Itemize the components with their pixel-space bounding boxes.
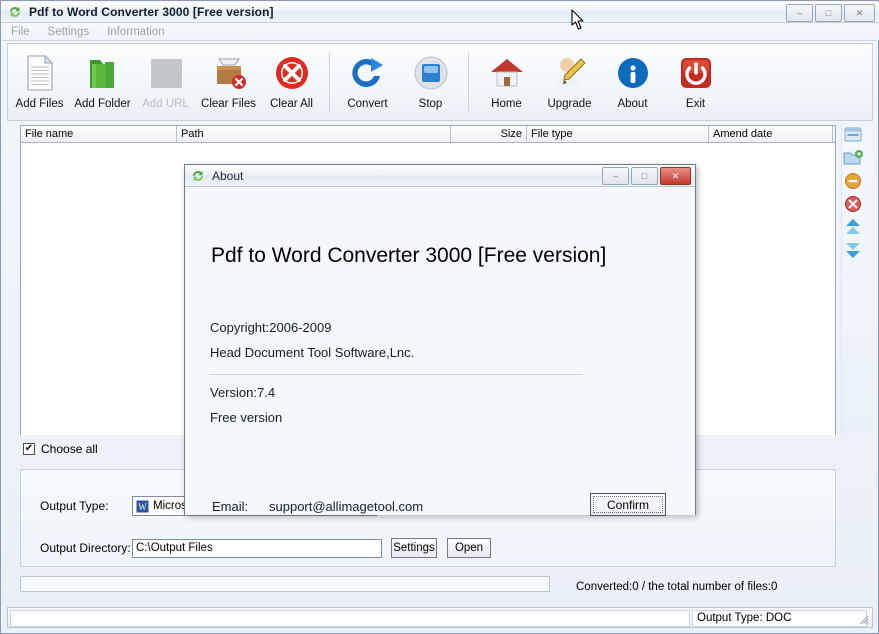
clear-all-label: Clear All — [270, 98, 313, 110]
convert-label: Convert — [347, 98, 388, 110]
menu-settings[interactable]: Settings — [39, 25, 99, 39]
clear-files-button[interactable]: Clear Files — [197, 46, 260, 120]
file-list-header: File name Path Size File type Amend date — [21, 126, 835, 143]
add-files-button[interactable]: Add Files — [8, 46, 71, 120]
minimize-button[interactable]: – — [786, 4, 813, 22]
blue-info-icon — [611, 51, 655, 95]
column-header-file-name[interactable]: File name — [21, 126, 177, 142]
close-button[interactable]: ✕ — [844, 4, 875, 22]
stop-label: Stop — [418, 98, 443, 110]
conversion-progress-bar — [20, 576, 550, 592]
red-cross-circle-icon — [270, 51, 314, 95]
window-controls: – □ ✕ — [786, 4, 875, 22]
user-pencil-icon — [548, 51, 592, 95]
move-down-icon[interactable] — [842, 243, 864, 263]
remove-item-icon[interactable] — [842, 173, 864, 194]
output-type-label: Output Type: — [40, 499, 109, 513]
about-heading: Pdf to Word Converter 3000 [Free version… — [211, 244, 607, 267]
stop-square-icon — [409, 51, 453, 95]
choose-all-checkbox[interactable]: ✔ — [23, 443, 35, 455]
column-header-path[interactable]: Path — [177, 126, 451, 142]
about-dialog-title: About — [212, 168, 244, 183]
status-left-cell — [10, 609, 690, 627]
about-email-label: Email: — [212, 499, 249, 514]
toolbar-separator-1 — [329, 52, 330, 112]
about-dialog-body: Pdf to Word Converter 3000 [Free version… — [185, 187, 695, 516]
about-close-button[interactable]: ✕ — [660, 167, 691, 185]
about-dialog-controls: – □ ✕ — [602, 167, 691, 185]
red-power-icon — [674, 51, 718, 95]
delete-all-icon[interactable] — [842, 196, 864, 217]
add-file-icon[interactable] — [842, 127, 864, 148]
about-company: Head Document Tool Software,Lnc. — [210, 345, 415, 360]
move-up-icon[interactable] — [842, 219, 864, 240]
about-email-value[interactable]: support@allimagetool.com — [269, 499, 423, 514]
menu-bar: File Settings Information — [2, 23, 879, 41]
add-url-button: Add URL — [134, 46, 197, 120]
about-dialog-title-bar: About – □ ✕ — [185, 165, 695, 187]
clear-all-button[interactable]: Clear All — [260, 46, 323, 120]
confirm-button-label: Confirm — [593, 496, 663, 513]
output-directory-label: Output Directory: — [40, 541, 131, 555]
add-folder-button[interactable]: Add Folder — [71, 46, 134, 120]
convert-button[interactable]: Convert — [336, 46, 399, 120]
mouse-cursor-icon — [571, 9, 587, 33]
choose-all-label: Choose all — [41, 442, 98, 456]
column-header-file-type[interactable]: File type — [527, 126, 709, 142]
open-button[interactable]: Open — [447, 538, 491, 558]
output-directory-input[interactable]: C:\Output Files — [132, 538, 382, 558]
window-title: Pdf to Word Converter 3000 [Free version… — [29, 5, 274, 19]
add-files-label: Add Files — [15, 98, 64, 110]
resize-grip-icon[interactable] — [857, 613, 869, 625]
about-divider — [210, 374, 582, 375]
grey-square-icon — [144, 51, 188, 95]
trash-bin-delete-icon — [207, 51, 251, 95]
about-edition: Free version — [210, 410, 283, 425]
add-url-label: Add URL — [142, 98, 189, 110]
exit-button[interactable]: Exit — [664, 46, 727, 120]
add-folder-label: Add Folder — [74, 98, 131, 110]
list-action-rail — [841, 125, 873, 435]
maximize-button[interactable]: □ — [815, 4, 842, 22]
application-window: Pdf to Word Converter 3000 [Free version… — [0, 0, 879, 634]
blue-refresh-arrow-icon — [346, 51, 390, 95]
about-minimize-button[interactable]: – — [602, 167, 629, 185]
stop-button[interactable]: Stop — [399, 46, 462, 120]
house-icon — [485, 51, 529, 95]
settings-button[interactable]: Settings — [391, 538, 437, 558]
column-header-amend-date[interactable]: Amend date — [709, 126, 833, 142]
about-label: About — [617, 98, 648, 110]
confirm-button[interactable]: Confirm — [590, 493, 666, 516]
choose-all-control[interactable]: ✔ Choose all — [23, 442, 98, 456]
home-button[interactable]: Home — [475, 46, 538, 120]
toolbar: Add Files Add Folder Add URL Clear Files… — [7, 43, 873, 121]
upgrade-label: Upgrade — [547, 98, 592, 110]
menu-information[interactable]: Information — [98, 25, 174, 39]
refresh-green-icon — [190, 168, 206, 184]
upgrade-button[interactable]: Upgrade — [538, 46, 601, 120]
add-folder-icon[interactable] — [842, 150, 864, 171]
svg-text:W: W — [138, 502, 147, 512]
exit-label: Exit — [685, 98, 706, 110]
word-document-icon: W — [136, 500, 149, 513]
green-folder-icon — [81, 51, 125, 95]
clear-files-label: Clear Files — [201, 98, 256, 110]
status-bar: Output Type: DOC — [7, 607, 873, 628]
column-header-size[interactable]: Size — [451, 126, 527, 142]
about-dialog: About – □ ✕ Pdf to Word Converter 3000 [… — [184, 164, 696, 516]
title-bar: Pdf to Word Converter 3000 [Free version… — [2, 2, 879, 23]
home-label: Home — [491, 98, 522, 110]
converted-count-text: Converted:0 / the total number of files:… — [576, 581, 778, 593]
output-directory-row: Output Directory: C:\Output Files Settin… — [40, 538, 491, 558]
about-copyright: Copyright:2006-2009 — [210, 320, 332, 335]
about-button[interactable]: About — [601, 46, 664, 120]
toolbar-separator-2 — [468, 52, 469, 112]
refresh-green-icon — [7, 4, 23, 20]
about-version: Version:7.4 — [210, 385, 276, 400]
menu-file[interactable]: File — [2, 25, 39, 39]
about-maximize-button[interactable]: □ — [631, 167, 658, 185]
document-page-icon — [18, 51, 62, 95]
status-output-type: Output Type: DOC — [692, 609, 867, 627]
